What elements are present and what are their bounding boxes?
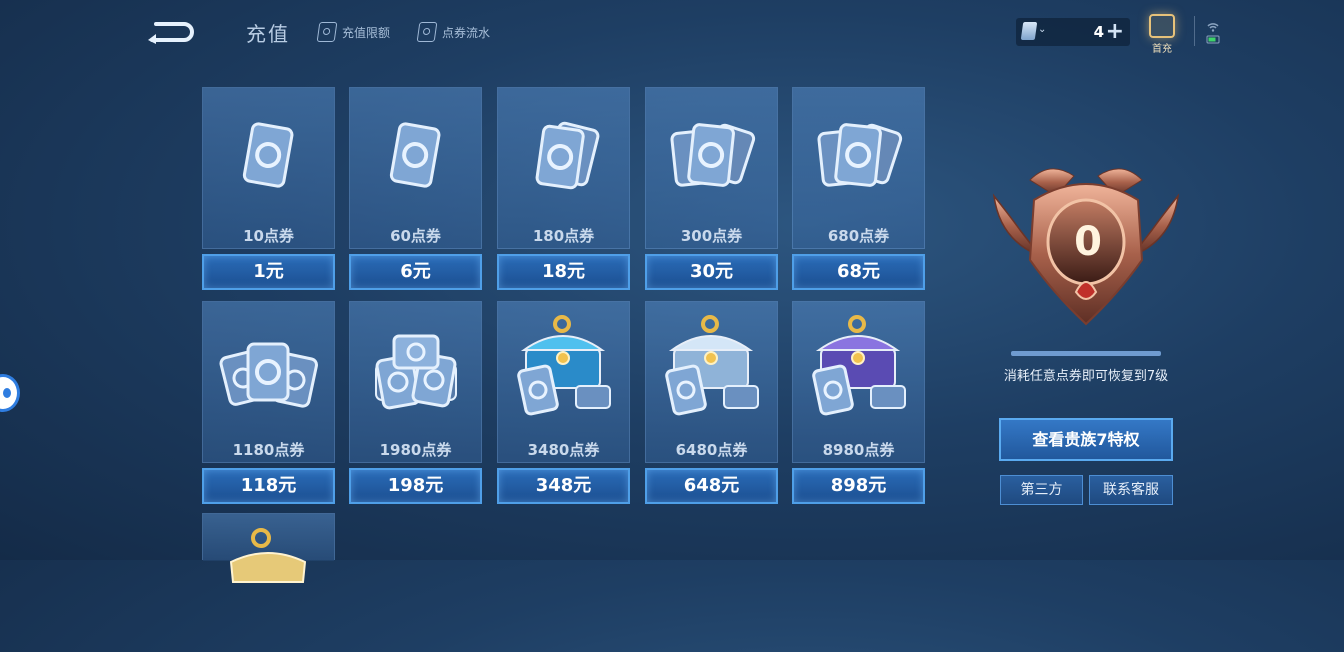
pack-price-button[interactable]: 198元: [349, 468, 482, 504]
nobility-description: 消耗任意点券即可恢复到7级: [1003, 369, 1169, 384]
recharge-limit-link[interactable]: 充值限额: [316, 22, 391, 42]
pack-card[interactable]: 3480点券 348元: [497, 301, 630, 504]
ticket-icon: [316, 22, 338, 42]
floating-assistant-button[interactable]: [0, 374, 20, 412]
pack-amount: 1980点券: [379, 441, 452, 459]
pack-card[interactable]: 300点券 30元: [645, 87, 778, 290]
pack-price-button[interactable]: 348元: [497, 468, 630, 504]
pack-price-button[interactable]: 6元: [349, 254, 482, 290]
pack-price-button[interactable]: 118元: [202, 468, 335, 504]
divider: [1194, 16, 1195, 46]
chest-icon: [517, 315, 611, 416]
pack-amount: 680点券: [827, 227, 890, 245]
partial-pack-card[interactable]: [202, 513, 335, 583]
chest-icon: [812, 315, 906, 416]
top-bar: 充值 充值限额 点券流水 ⌄ 4 + 首充: [0, 0, 1344, 64]
voucher-icon: [535, 121, 600, 190]
pack-card[interactable]: 8980点券 898元: [792, 301, 925, 504]
pack-amount: 300点券: [680, 227, 743, 245]
chest-icon: [229, 528, 307, 583]
gift-icon: [1149, 14, 1175, 38]
third-party-button[interactable]: 第三方: [1000, 475, 1083, 505]
back-arrow-icon[interactable]: [146, 18, 198, 44]
balance-amount: 4: [1093, 23, 1104, 41]
pack-price-button[interactable]: 648元: [645, 468, 778, 504]
pack-card[interactable]: 180点券 18元: [497, 87, 630, 290]
pack-amount: 1180点券: [232, 441, 305, 459]
voucher-icon: [375, 334, 457, 410]
pack-price-button[interactable]: 68元: [792, 254, 925, 290]
voucher-balance[interactable]: ⌄ 4 +: [1016, 18, 1130, 46]
plus-icon[interactable]: +: [1106, 19, 1124, 44]
pack-card[interactable]: 1180点券 118元: [202, 301, 335, 504]
first-recharge-button[interactable]: 首充: [1148, 14, 1176, 55]
voucher-icon: [1020, 22, 1038, 40]
recharge-limit-label: 充值限额: [342, 25, 391, 40]
pack-price-button[interactable]: 1元: [202, 254, 335, 290]
voucher-history-link[interactable]: 点券流水: [416, 22, 491, 42]
voucher-icon: [242, 122, 294, 188]
view-privilege-button[interactable]: 查看贵族7特权: [999, 418, 1173, 461]
pack-card[interactable]: 1980点券 198元: [349, 301, 482, 504]
voucher-history-label: 点券流水: [442, 25, 491, 40]
voucher-icon: [219, 342, 318, 408]
pack-price-button[interactable]: 898元: [792, 468, 925, 504]
ticket-icon: [416, 22, 438, 42]
pack-amount: 10点券: [243, 227, 294, 245]
voucher-icon: [817, 123, 903, 187]
pack-card[interactable]: 60点券 6元: [349, 87, 482, 290]
page-title: 充值: [246, 22, 290, 46]
nobility-progress-bar: [1011, 351, 1161, 356]
nobility-level: 0: [1074, 219, 1102, 265]
pack-amount: 8980点券: [822, 441, 895, 459]
chevron-down-icon: ⌄: [1038, 24, 1047, 35]
pack-amount: 6480点券: [675, 441, 748, 459]
pack-amount: 180点券: [532, 227, 595, 245]
voucher-icon: [670, 123, 756, 187]
contact-support-button[interactable]: 联系客服: [1089, 475, 1173, 505]
pack-price-button[interactable]: 18元: [497, 254, 630, 290]
pack-amount: 60点券: [390, 227, 441, 245]
wifi-battery-icon: [1206, 23, 1220, 44]
pack-card[interactable]: 680点券 68元: [792, 87, 925, 290]
voucher-icon: [389, 122, 441, 188]
pack-price-button[interactable]: 30元: [645, 254, 778, 290]
pack-card[interactable]: 6480点券 648元: [645, 301, 778, 504]
first-recharge-label: 首充: [1152, 44, 1172, 55]
pack-amount: 3480点券: [527, 441, 600, 459]
chest-icon: [665, 315, 759, 416]
pack-card[interactable]: 10点券 1元: [202, 87, 335, 290]
